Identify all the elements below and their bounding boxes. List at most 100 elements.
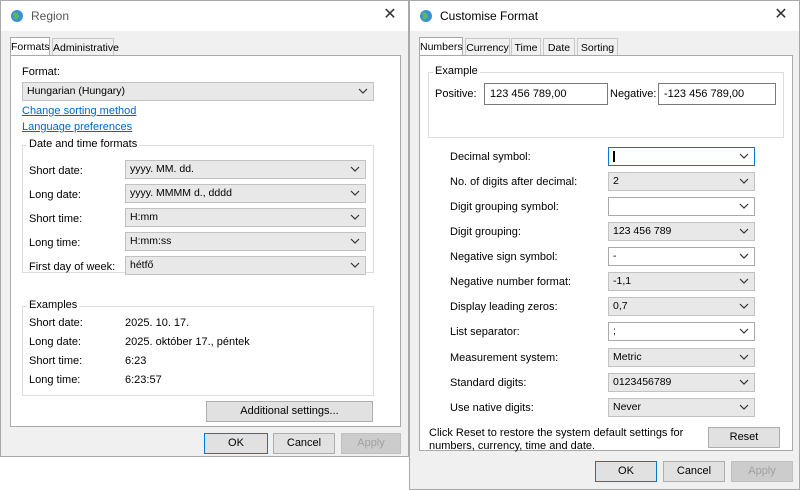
measurement-system-label: Measurement system:	[450, 352, 559, 364]
digit-grouping-symbol-select[interactable]	[608, 197, 755, 216]
digit-grouping-value: 123 456 789	[613, 225, 672, 237]
reset-help-text-line2: numbers, currency, time and date.	[429, 440, 596, 452]
tab-date[interactable]: Date	[543, 38, 575, 56]
negative-number-format-select[interactable]: -1,1	[608, 272, 755, 291]
standard-digits-label: Standard digits:	[450, 377, 527, 389]
list-separator-label: List separator:	[450, 326, 520, 338]
list-separator-select[interactable]: ;	[608, 322, 755, 341]
long-time-select[interactable]: H:mm:ss	[125, 232, 366, 251]
leading-zeros-select[interactable]: 0,7	[608, 297, 755, 316]
chevron-down-icon	[350, 238, 360, 244]
digit-grouping-symbol-label: Digit grouping symbol:	[450, 201, 559, 213]
globe-icon	[420, 10, 432, 22]
example-short-date-label: Short date:	[29, 317, 83, 329]
numbers-panel: Example Positive: 123 456 789,00 Negativ…	[419, 55, 793, 452]
chevron-down-icon	[350, 190, 360, 196]
reset-help-text-line1: Click Reset to restore the system defaul…	[429, 427, 684, 439]
digits-after-decimal-select[interactable]: 2	[608, 172, 755, 191]
native-digits-label: Use native digits:	[450, 402, 534, 414]
examples-group: Examples Short date: 2025. 10. 17. Long …	[22, 299, 374, 396]
example-short-date-value: 2025. 10. 17.	[125, 317, 190, 329]
customise-ok-button[interactable]: OK	[595, 461, 657, 482]
chevron-down-icon	[350, 262, 360, 268]
globe-icon	[11, 10, 23, 22]
tab-currency[interactable]: Currency	[465, 38, 510, 56]
customise-format-window: Customise Format ✕ Numbers Currency Time…	[409, 0, 800, 490]
measurement-system-select[interactable]: Metric	[608, 348, 755, 367]
chevron-down-icon	[739, 178, 749, 184]
date-time-formats-title: Date and time formats	[27, 138, 140, 150]
chevron-down-icon	[739, 404, 749, 410]
negative-sign-select[interactable]: -	[608, 247, 755, 266]
tab-formats[interactable]: Formats	[10, 37, 50, 57]
first-day-value: hétfő	[130, 259, 154, 271]
customise-cancel-button[interactable]: Cancel	[663, 461, 725, 482]
tab-numbers[interactable]: Numbers	[419, 37, 463, 57]
first-day-label: First day of week:	[29, 261, 116, 273]
chevron-down-icon	[739, 379, 749, 385]
language-preferences-link[interactable]: Language preferences	[22, 121, 132, 133]
negative-label: Negative:	[610, 88, 657, 100]
date-time-formats-group: Date and time formats Short date: yyyy. …	[22, 138, 374, 275]
negative-number-format-label: Negative number format:	[450, 276, 572, 288]
region-formats-panel: Format: Hungarian (Hungary) Change sorti…	[10, 55, 401, 427]
chevron-down-icon	[358, 88, 368, 94]
digit-grouping-label: Digit grouping:	[450, 226, 521, 238]
short-time-value: H:mm	[130, 211, 158, 223]
decimal-symbol-select[interactable]	[608, 147, 755, 166]
change-sorting-link[interactable]: Change sorting method	[22, 105, 136, 117]
customise-title: Customise Format	[440, 9, 539, 23]
first-day-select[interactable]: hétfő	[125, 256, 366, 275]
format-value: Hungarian (Hungary)	[27, 85, 126, 97]
digit-grouping-select[interactable]: 123 456 789	[608, 222, 755, 241]
chevron-down-icon	[739, 153, 749, 159]
region-apply-button[interactable]: Apply	[341, 433, 401, 454]
short-time-label: Short time:	[29, 213, 83, 225]
example-short-time-label: Short time:	[29, 355, 83, 367]
standard-digits-select[interactable]: 0123456789	[608, 373, 755, 392]
chevron-down-icon	[739, 354, 749, 360]
region-titlebar[interactable]: Region ✕	[1, 1, 408, 31]
long-time-value: H:mm:ss	[130, 235, 172, 247]
short-time-select[interactable]: H:mm	[125, 208, 366, 227]
native-digits-value: Never	[613, 401, 642, 413]
chevron-down-icon	[739, 328, 749, 334]
example-group: Example Positive: 123 456 789,00 Negativ…	[428, 65, 784, 138]
negative-sign-label: Negative sign symbol:	[450, 251, 558, 263]
customise-apply-button[interactable]: Apply	[731, 461, 793, 482]
chevron-down-icon	[739, 203, 749, 209]
chevron-down-icon	[739, 278, 749, 284]
measurement-system-value: Metric	[613, 351, 642, 363]
example-long-time-label: Long time:	[29, 374, 81, 386]
format-label: Format:	[22, 66, 60, 78]
region-cancel-button[interactable]: Cancel	[273, 433, 335, 454]
region-close-icon[interactable]: ✕	[382, 7, 398, 23]
reset-button[interactable]: Reset	[708, 427, 780, 448]
decimal-symbol-label: Decimal symbol:	[450, 151, 531, 163]
customise-close-icon[interactable]: ✕	[773, 7, 789, 23]
example-long-date-value: 2025. október 17., péntek	[125, 336, 250, 348]
negative-example: -123 456 789,00	[658, 83, 776, 105]
additional-settings-button[interactable]: Additional settings...	[206, 401, 373, 422]
chevron-down-icon	[739, 228, 749, 234]
customise-titlebar[interactable]: Customise Format ✕	[410, 1, 799, 31]
tab-time[interactable]: Time	[511, 38, 541, 56]
standard-digits-value: 0123456789	[613, 376, 672, 388]
format-select[interactable]: Hungarian (Hungary)	[22, 82, 374, 101]
chevron-down-icon	[739, 303, 749, 309]
short-date-select[interactable]: yyyy. MM. dd.	[125, 160, 366, 179]
example-title: Example	[433, 65, 480, 77]
chevron-down-icon	[739, 253, 749, 259]
native-digits-select[interactable]: Never	[608, 398, 755, 417]
long-date-select[interactable]: yyyy. MMMM d., dddd	[125, 184, 366, 203]
tab-administrative[interactable]: Administrative	[52, 38, 119, 56]
tab-sorting[interactable]: Sorting	[577, 38, 618, 56]
example-short-time-value: 6:23	[125, 355, 147, 367]
text-caret	[613, 151, 615, 162]
digits-after-decimal-label: No. of digits after decimal:	[450, 176, 578, 188]
region-ok-button[interactable]: OK	[204, 433, 268, 454]
example-long-time-value: 6:23:57	[125, 374, 162, 386]
short-date-value: yyyy. MM. dd.	[130, 163, 194, 175]
long-date-label: Long date:	[29, 189, 81, 201]
leading-zeros-value: 0,7	[613, 300, 628, 312]
